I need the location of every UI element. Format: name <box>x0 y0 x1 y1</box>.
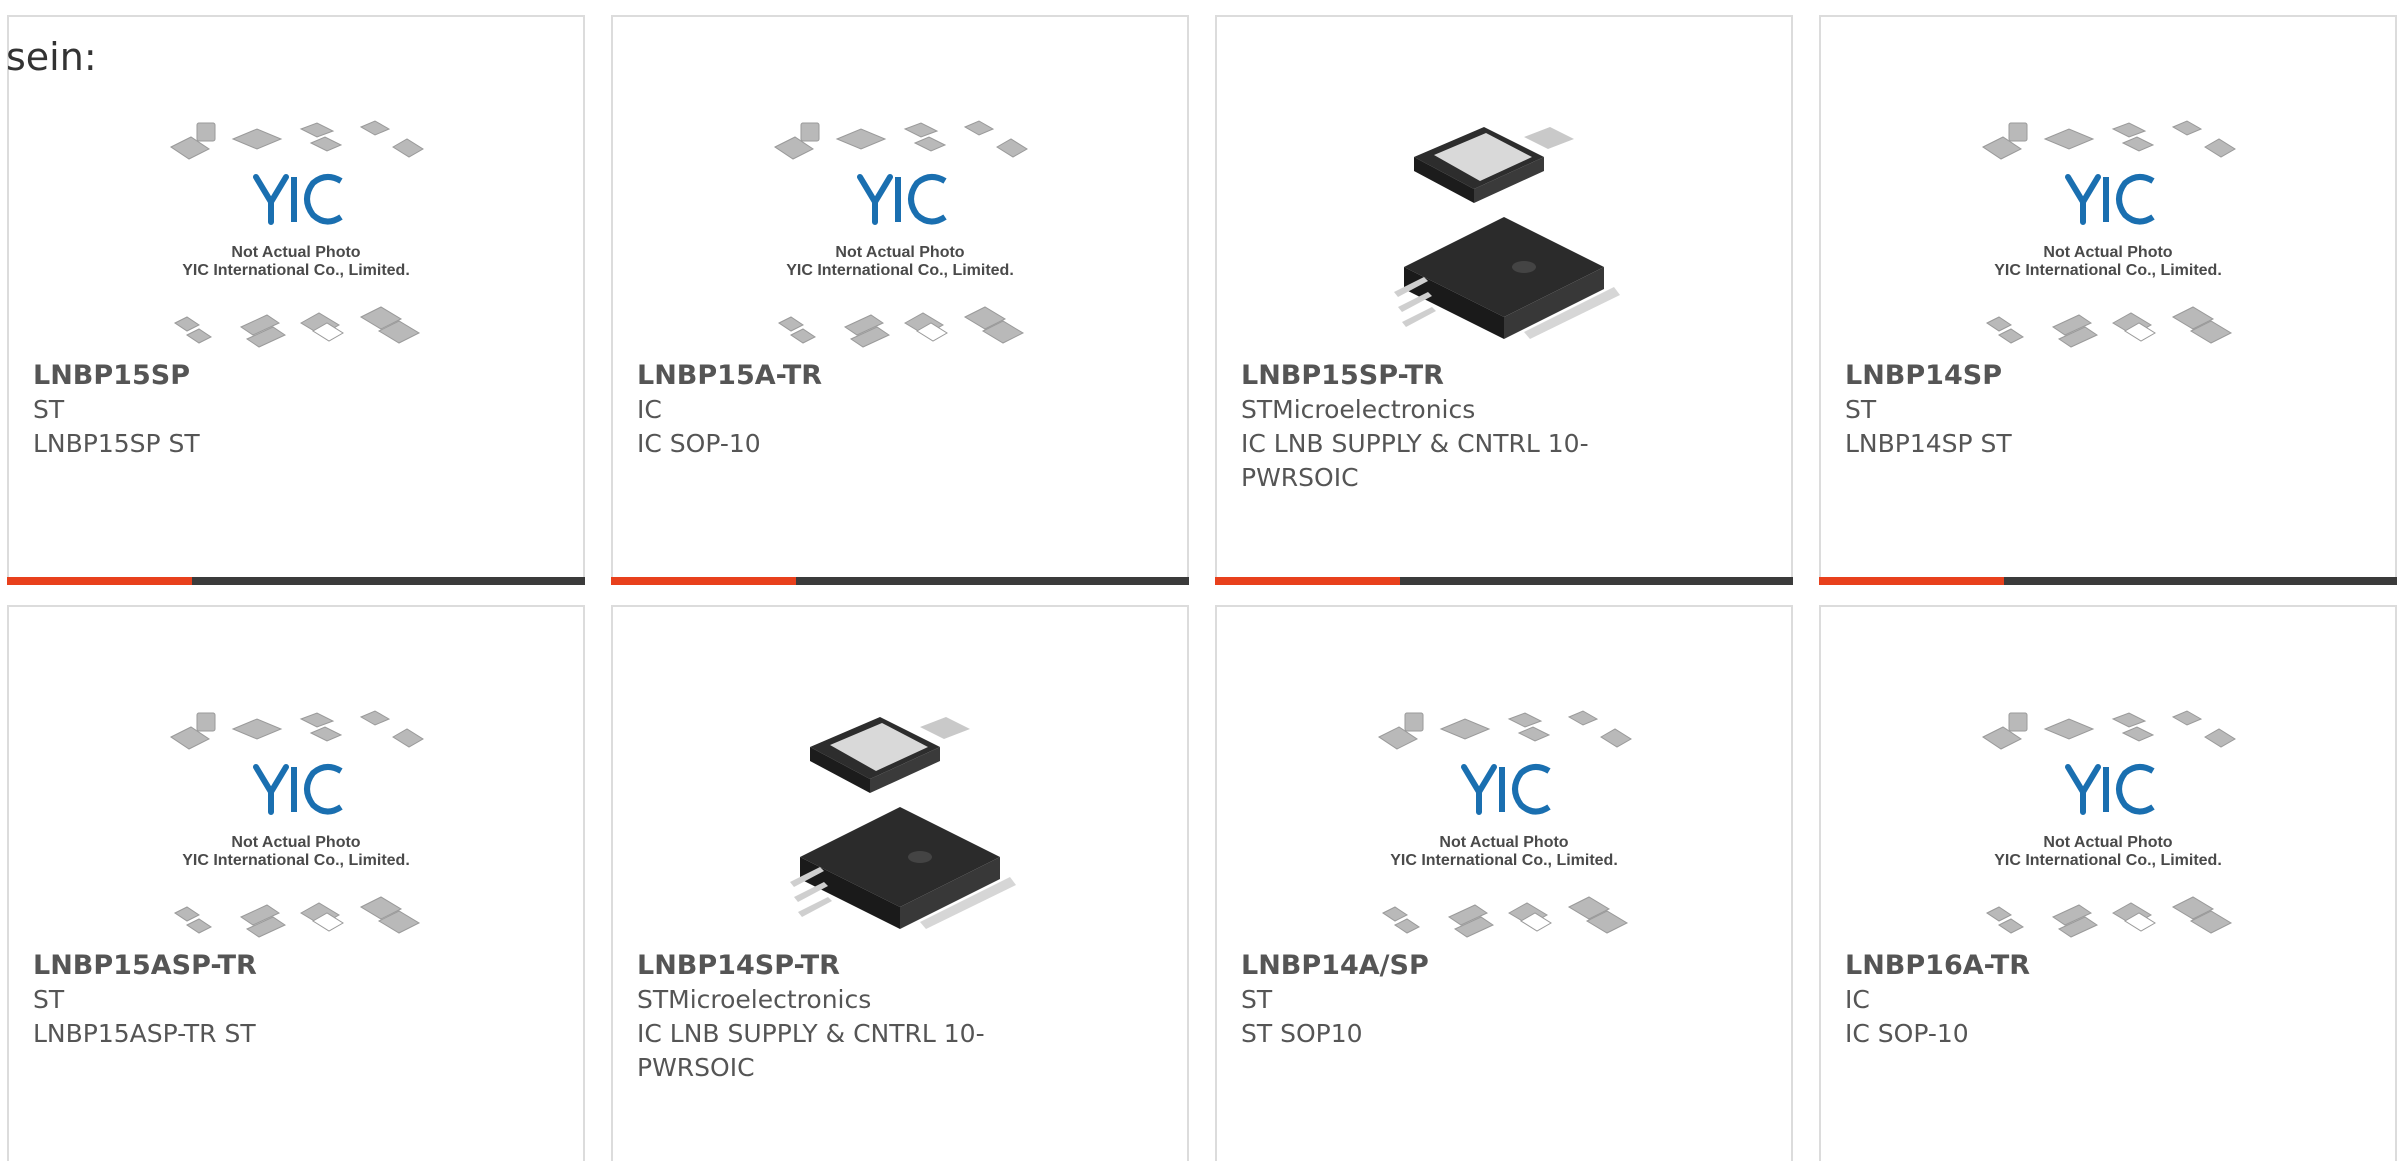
hover-progress-bar <box>1215 577 1793 585</box>
svg-text:Not Actual Photo: Not Actual Photo <box>231 244 360 261</box>
chip-image <box>790 717 1016 929</box>
progress-fill <box>7 577 192 585</box>
product-card[interactable]: Not Actual Photo YIC International Co., … <box>1819 15 2397 585</box>
svg-text:Not Actual Photo: Not Actual Photo <box>2043 244 2172 261</box>
product-image[interactable]: Not Actual Photo YIC International Co., … <box>1217 687 1791 967</box>
brand-name: ST <box>33 985 65 1014</box>
product-info: LNBP15ASP-TR ST LNBP15ASP-TR ST <box>33 949 559 1051</box>
svg-text:YIC International Co., Limited: YIC International Co., Limited. <box>182 262 410 279</box>
svg-text:Not Actual Photo: Not Actual Photo <box>1439 834 1568 851</box>
part-number[interactable]: LNBP15ASP-TR <box>33 949 559 983</box>
product-image[interactable] <box>1217 97 1791 377</box>
brand-name: ST <box>33 395 65 424</box>
brand-name: ST <box>1845 395 1877 424</box>
brand-name: STMicroelectronics <box>637 985 872 1014</box>
product-description: IC SOP-10 <box>1845 1019 1969 1048</box>
part-number[interactable]: LNBP15SP-TR <box>1241 359 1767 393</box>
part-number[interactable]: LNBP14SP <box>1845 359 2371 393</box>
placeholder-image: Not Actual Photo YIC International Co., … <box>774 120 1028 348</box>
product-description: IC LNB SUPPLY & CNTRL 10-PWRSOIC <box>1241 429 1589 492</box>
svg-text:YIC International Co., Limited: YIC International Co., Limited. <box>1994 262 2222 279</box>
part-number[interactable]: LNBP15SP <box>33 359 559 393</box>
brand-name: ST <box>1241 985 1273 1014</box>
product-image[interactable]: Not Actual Photo YIC International Co., … <box>613 97 1187 377</box>
product-image[interactable]: Not Actual Photo YIC International Co., … <box>9 687 583 967</box>
svg-text:YIC International Co., Limited: YIC International Co., Limited. <box>182 852 410 869</box>
product-description: LNBP15ASP-TR ST <box>33 1019 256 1048</box>
part-number[interactable]: LNBP14SP-TR <box>637 949 1163 983</box>
brand-name: IC <box>1845 985 1870 1014</box>
product-description: LNBP15SP ST <box>33 429 200 458</box>
placeholder-image: Not Actual Photo YIC International Co., … <box>1982 120 2236 348</box>
product-image[interactable] <box>613 687 1187 967</box>
product-card[interactable]: Not Actual Photo YIC International Co., … <box>7 605 585 1161</box>
product-grid: Not Actual Photo YIC International Co., … <box>0 0 2400 1161</box>
product-info: LNBP14SP ST LNBP14SP ST <box>1845 359 2371 461</box>
progress-fill <box>1819 577 2004 585</box>
brand-name: IC <box>637 395 662 424</box>
product-info: LNBP16A-TR IC IC SOP-10 <box>1845 949 2371 1051</box>
product-info: LNBP15A-TR IC IC SOP-10 <box>637 359 1163 461</box>
svg-text:YIC International Co., Limited: YIC International Co., Limited. <box>786 262 1014 279</box>
product-image[interactable]: Not Actual Photo YIC International Co., … <box>9 97 583 377</box>
product-description: IC SOP-10 <box>637 429 761 458</box>
svg-text:Not Actual Photo: Not Actual Photo <box>835 244 964 261</box>
svg-text:Not Actual Photo: Not Actual Photo <box>231 834 360 851</box>
progress-fill <box>1215 577 1400 585</box>
product-card[interactable]: Not Actual Photo YIC International Co., … <box>611 15 1189 585</box>
hover-progress-bar <box>7 577 585 585</box>
hover-progress-bar <box>1819 577 2397 585</box>
svg-text:YIC International Co., Limited: YIC International Co., Limited. <box>1994 852 2222 869</box>
product-description: IC LNB SUPPLY & CNTRL 10-PWRSOIC <box>637 1019 985 1082</box>
product-info: LNBP14SP-TR STMicroelectronics IC LNB SU… <box>637 949 1163 1085</box>
product-image[interactable]: Not Actual Photo YIC International Co., … <box>1821 97 2395 377</box>
svg-text:YIC International Co., Limited: YIC International Co., Limited. <box>1390 852 1618 869</box>
product-info: LNBP15SP-TR STMicroelectronics IC LNB SU… <box>1241 359 1767 495</box>
hover-progress-bar <box>611 577 1189 585</box>
progress-fill <box>611 577 796 585</box>
product-card[interactable]: Not Actual Photo YIC International Co., … <box>1819 605 2397 1161</box>
product-card[interactable]: Not Actual Photo YIC International Co., … <box>1215 605 1793 1161</box>
product-description: ST SOP10 <box>1241 1019 1363 1048</box>
product-info: LNBP14A/SP ST ST SOP10 <box>1241 949 1767 1051</box>
part-number[interactable]: LNBP15A-TR <box>637 359 1163 393</box>
product-card[interactable]: LNBP15SP-TR STMicroelectronics IC LNB SU… <box>1215 15 1793 585</box>
product-image[interactable]: Not Actual Photo YIC International Co., … <box>1821 687 2395 967</box>
part-number[interactable]: LNBP14A/SP <box>1241 949 1767 983</box>
intro-text: sein: <box>6 35 97 79</box>
product-card[interactable]: Not Actual Photo YIC International Co., … <box>7 15 585 585</box>
product-info: LNBP15SP ST LNBP15SP ST <box>33 359 559 461</box>
product-description: LNBP14SP ST <box>1845 429 2012 458</box>
product-card[interactable]: LNBP14SP-TR STMicroelectronics IC LNB SU… <box>611 605 1189 1161</box>
placeholder-image: Not Actual Photo YIC International Co., … <box>170 710 424 938</box>
part-number[interactable]: LNBP16A-TR <box>1845 949 2371 983</box>
svg-text:Not Actual Photo: Not Actual Photo <box>2043 834 2172 851</box>
placeholder-image: Not Actual Photo YIC International Co., … <box>170 120 424 348</box>
chip-image <box>1394 127 1620 339</box>
placeholder-image: Not Actual Photo YIC International Co., … <box>1982 710 2236 938</box>
placeholder-image: Not Actual Photo YIC International Co., … <box>1378 710 1632 938</box>
product-grid-page: sein: Not Actual Photo YIC International… <box>0 0 2400 1161</box>
brand-name: STMicroelectronics <box>1241 395 1476 424</box>
